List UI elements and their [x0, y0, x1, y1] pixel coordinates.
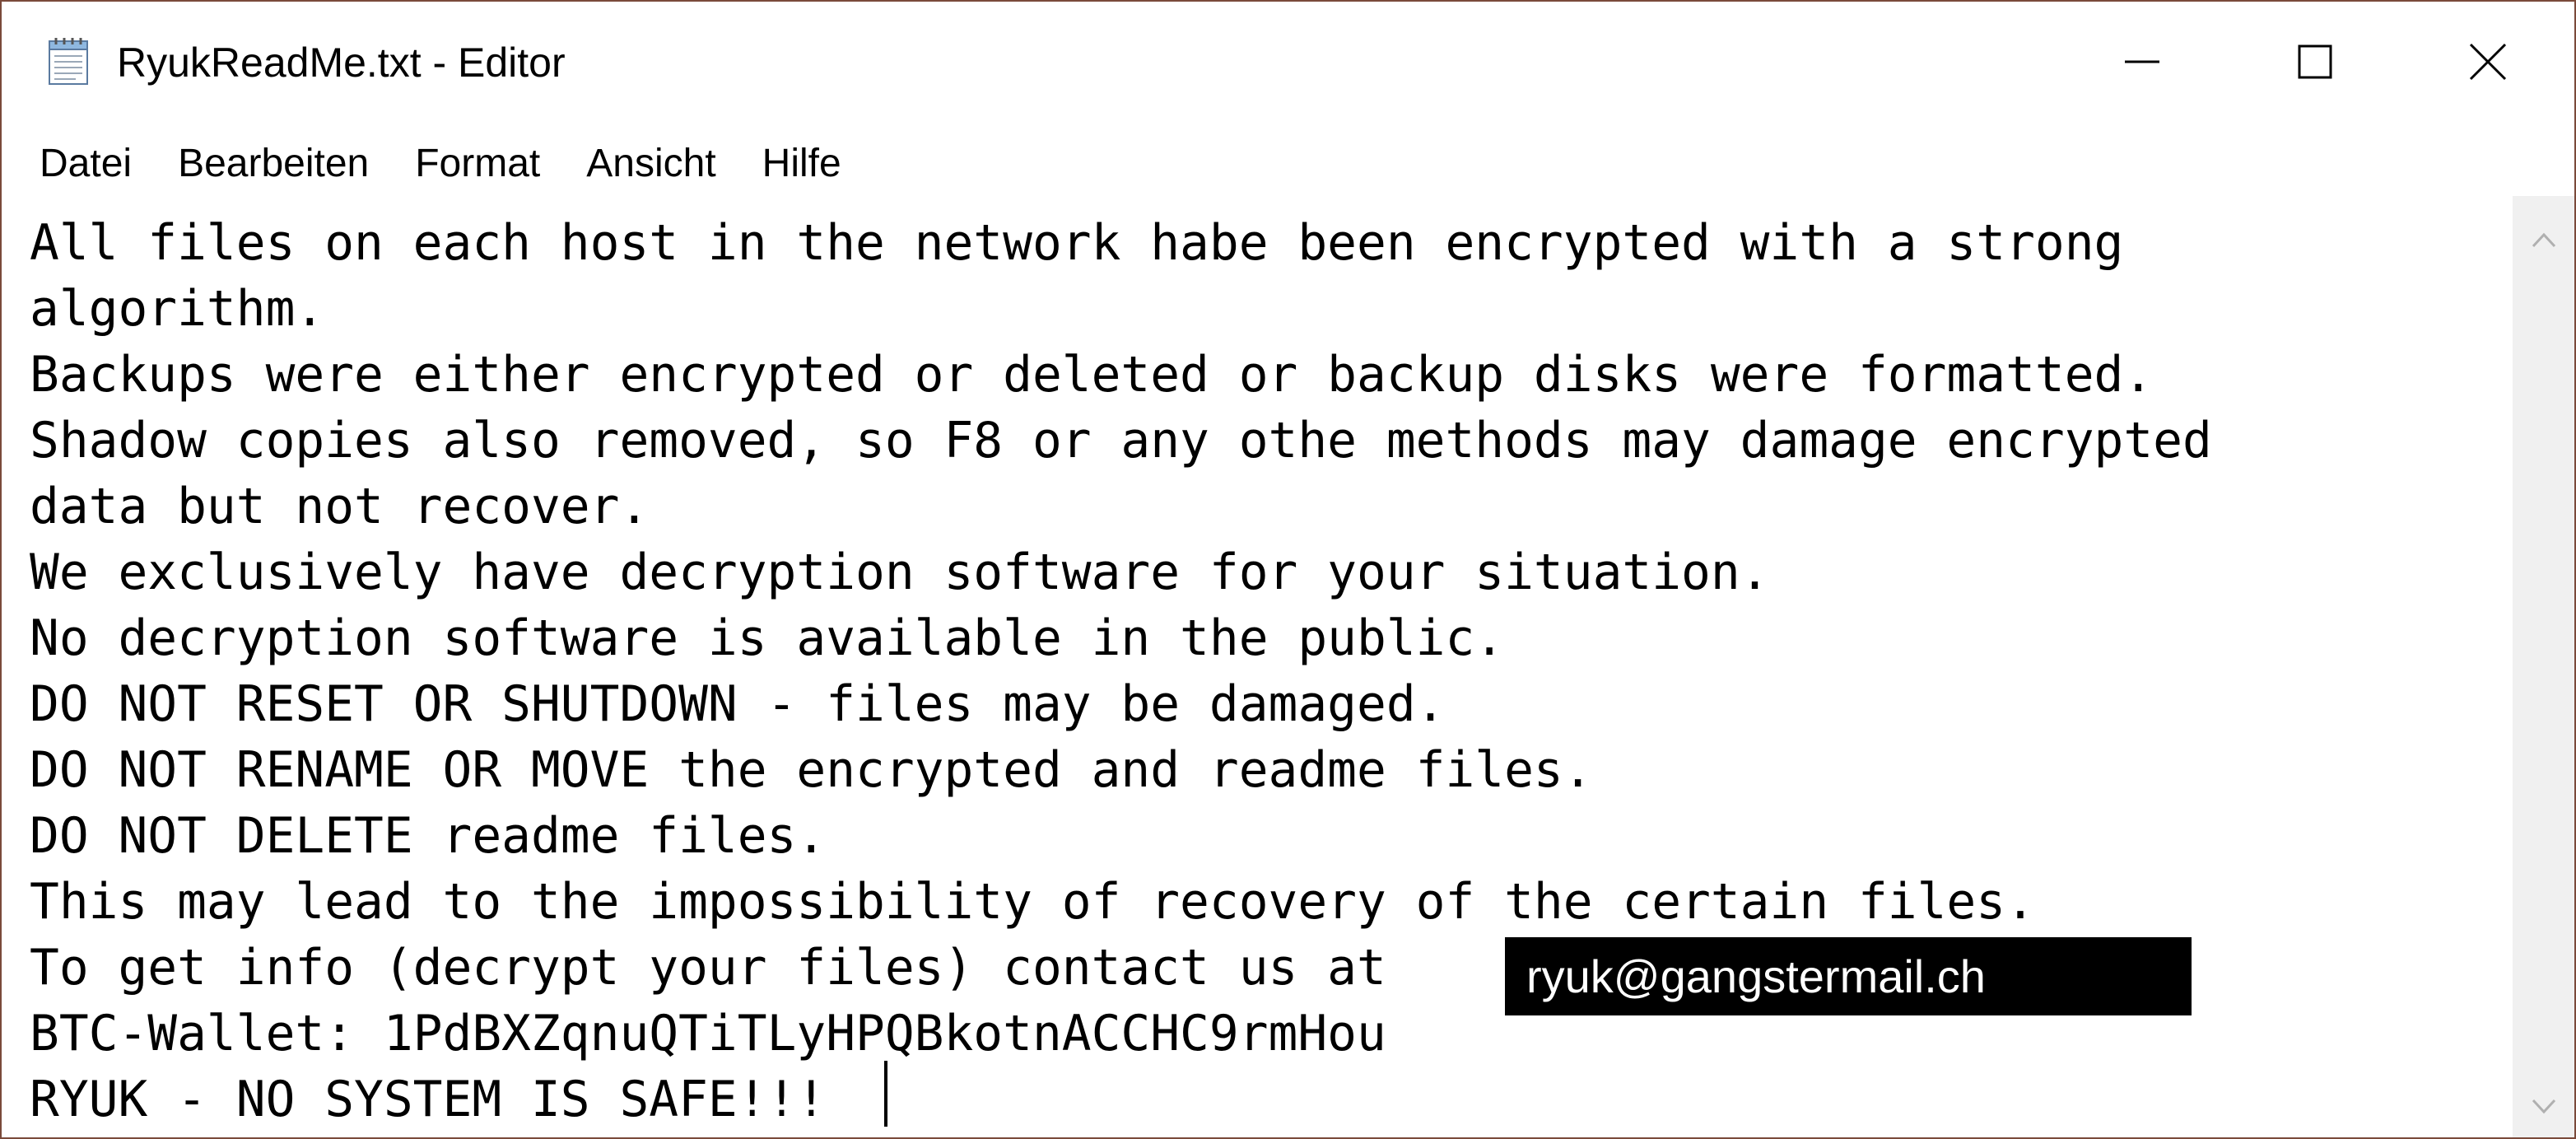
text-line: algorithm. — [30, 281, 325, 338]
window-title: RyukReadMe.txt - Editor — [117, 40, 566, 86]
text-line: Backups were either encrypted or deleted… — [30, 347, 2154, 404]
text-line: DO NOT RENAME OR MOVE the encrypted and … — [30, 742, 1593, 799]
minimize-button[interactable] — [2093, 26, 2192, 100]
menu-bar: Datei Bearbeiten Format Ansicht Hilfe — [2, 133, 2574, 194]
menu-hilfe[interactable]: Hilfe — [739, 133, 864, 194]
close-button[interactable] — [2439, 26, 2537, 100]
text-line: RYUK - NO SYSTEM IS SAFE!!! — [30, 1071, 827, 1128]
minimize-icon — [2122, 41, 2163, 86]
text-line: All files on each host in the network ha… — [30, 215, 2124, 272]
text-editor-area[interactable]: All files on each host in the network ha… — [2, 196, 2513, 1137]
menu-ansicht[interactable]: Ansicht — [563, 133, 738, 194]
close-icon — [2467, 41, 2508, 86]
notepad-icon — [48, 36, 92, 86]
text-line: No decryption software is available in t… — [30, 610, 1505, 667]
text-line: DO NOT DELETE readme files. — [30, 808, 827, 865]
maximize-button[interactable] — [2266, 26, 2364, 100]
text-line: We exclusively have decryption software … — [30, 544, 1770, 601]
editor-window: RyukReadMe.txt - Editor Datei Bearbeiten… — [0, 0, 2576, 1139]
text-line: This may lead to the impossibility of re… — [30, 874, 2035, 931]
scroll-down-button[interactable] — [2513, 1080, 2574, 1137]
chevron-up-icon — [2530, 230, 2558, 254]
text-line: DO NOT RESET OR SHUTDOWN - files may be … — [30, 676, 1446, 733]
text-line: BTC-Wallet: 1PdBXZqnuQTiTLyHPQBkotnACCHC… — [30, 1006, 1386, 1062]
text-line: data but not recover. — [30, 478, 650, 535]
menu-datei[interactable]: Datei — [2, 133, 155, 194]
title-bar[interactable]: RyukReadMe.txt - Editor — [2, 2, 2574, 133]
maximize-icon — [2294, 41, 2336, 86]
redacted-email-box: ryuk@gangstermail.ch — [1505, 937, 2192, 1015]
text-caret — [884, 1061, 887, 1127]
text-line: Shadow copies also removed, so F8 or any… — [30, 413, 2212, 469]
vertical-scrollbar[interactable] — [2513, 196, 2574, 1137]
menu-format[interactable]: Format — [392, 133, 563, 194]
text-line: To get info (decrypt your files) contact… — [30, 940, 1386, 997]
scroll-up-button[interactable] — [2513, 212, 2574, 270]
chevron-down-icon — [2530, 1097, 2558, 1121]
menu-bearbeiten[interactable]: Bearbeiten — [155, 133, 392, 194]
